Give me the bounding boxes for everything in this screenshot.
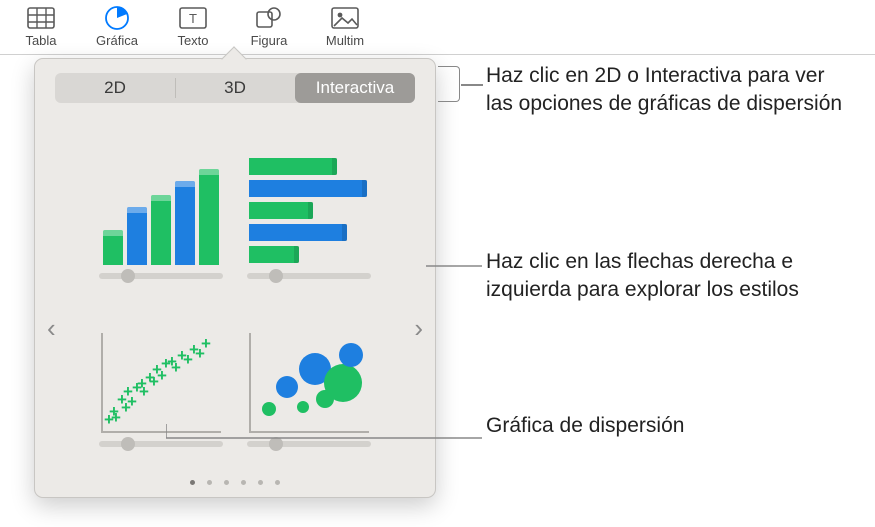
page-dots [35,480,435,485]
segment-2d[interactable]: 2D [55,73,175,103]
chart-option-bar-vertical[interactable] [97,129,225,279]
page-dot[interactable] [207,480,212,485]
bubble-chart-thumb [245,323,373,433]
prev-style-button[interactable]: ‹ [39,307,64,350]
tool-label: Texto [177,33,208,48]
chart-option-bar-horizontal[interactable] [245,129,373,279]
page-dot[interactable] [190,480,195,485]
chart-type-segmented: 2D 3D Interactiva [55,73,415,103]
page-dot[interactable] [275,480,280,485]
segment-3d[interactable]: 3D [175,73,295,103]
segment-interactiva[interactable]: Interactiva [295,73,415,103]
scatter-chart-thumb: ++++++++++++++++++++++ [97,323,225,433]
page-dot[interactable] [224,480,229,485]
next-style-button[interactable]: › [406,307,431,350]
callout-text: Haz clic en las flechas derecha e izquie… [486,248,826,305]
tool-label: Figura [251,33,288,48]
callout-bracket [438,66,460,102]
callout-text: Gráfica de dispersión [486,412,684,440]
chart-grid: ++++++++++++++++++++++ [35,103,435,447]
tool-multimedia[interactable]: Multim [316,4,374,48]
segment-label: 2D [104,78,126,98]
page-dot[interactable] [241,480,246,485]
table-icon [24,4,58,32]
page-dot[interactable] [258,480,263,485]
tool-label: Multim [326,33,364,48]
callout-leader [166,424,486,454]
tool-label: Tabla [25,33,56,48]
text-icon: T [176,4,210,32]
tool-figura[interactable]: Figura [240,4,298,48]
style-slider[interactable] [99,273,223,279]
toolbar: Tabla Gráfica T Texto Figura Multim [0,0,875,55]
hbar-chart-thumb [245,155,373,265]
chevron-right-icon: › [414,313,423,343]
shape-icon [252,4,286,32]
tool-grafica[interactable]: Gráfica [88,4,146,48]
chart-icon [100,4,134,32]
tool-label: Gráfica [96,33,138,48]
tool-texto[interactable]: T Texto [164,4,222,48]
callout-text: Haz clic en 2D o Interactiva para ver la… [486,62,856,119]
segment-label: 3D [224,78,246,98]
media-icon [328,4,362,32]
tool-tabla[interactable]: Tabla [12,4,70,48]
callout-leader [426,264,482,268]
style-slider[interactable] [247,273,371,279]
chevron-left-icon: ‹ [47,313,56,343]
segment-label: Interactiva [316,78,394,98]
svg-text:T: T [189,11,197,26]
bar-chart-thumb [97,155,225,265]
